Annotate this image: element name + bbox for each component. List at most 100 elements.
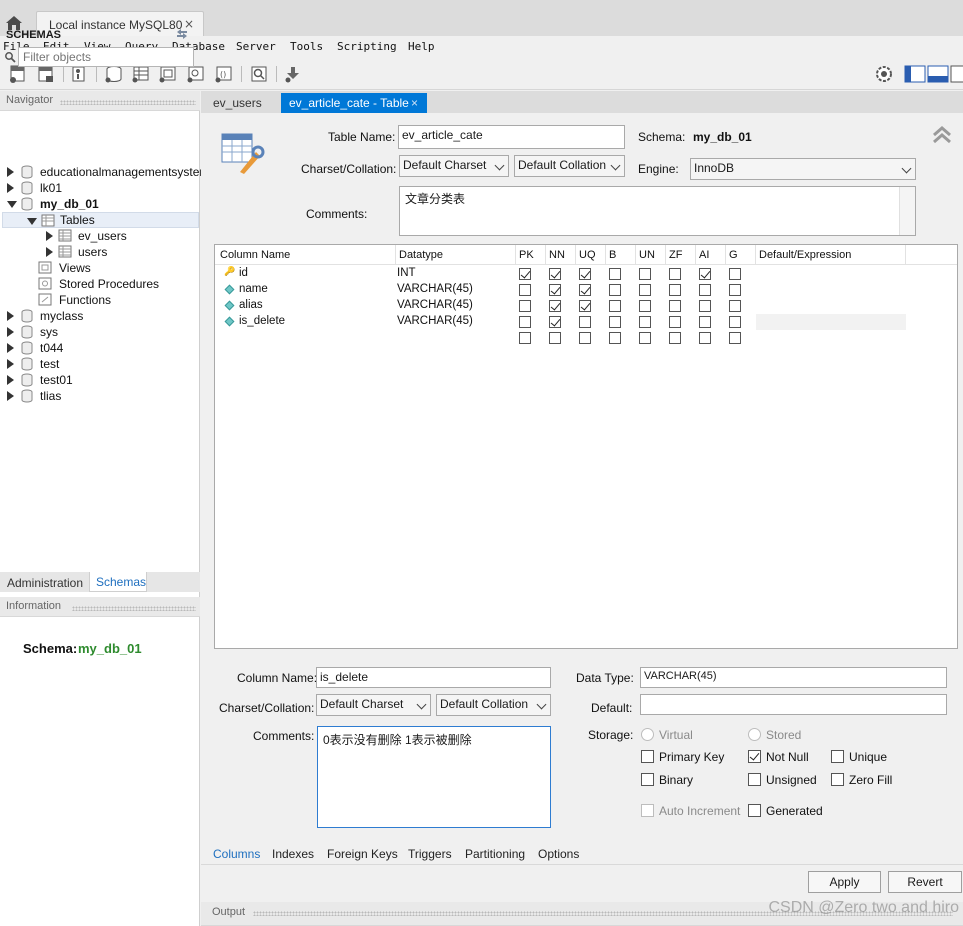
- create-function-icon[interactable]: (): [214, 64, 234, 84]
- collation-dropdown[interactable]: Default Collation: [514, 155, 625, 177]
- flag-checkbox[interactable]: [519, 332, 531, 344]
- generated-checkbox[interactable]: [748, 804, 761, 817]
- flag-checkbox[interactable]: [729, 316, 741, 328]
- header-default-expression[interactable]: Default/Expression: [759, 249, 851, 261]
- flag-checkbox[interactable]: [699, 332, 711, 344]
- collapse-header-icon[interactable]: [932, 125, 952, 145]
- open-sql-script-icon[interactable]: [36, 64, 56, 84]
- column-name-input[interactable]: is_delete: [316, 667, 551, 688]
- flag-checkbox[interactable]: [699, 316, 711, 328]
- header-pk[interactable]: PK: [519, 249, 534, 261]
- header-b[interactable]: B: [609, 249, 616, 261]
- header-un[interactable]: UN: [639, 249, 655, 261]
- flag-checkbox[interactable]: [519, 300, 531, 312]
- flag-checkbox[interactable]: [579, 300, 591, 312]
- expand-arrow-icon[interactable]: [46, 231, 53, 241]
- drag-handle[interactable]: [60, 100, 196, 105]
- tree-item-procedures[interactable]: Stored Procedures: [0, 276, 200, 292]
- flag-checkbox[interactable]: [549, 284, 561, 296]
- column-name-cell[interactable]: name: [239, 283, 268, 295]
- tree-item-schema[interactable]: myclass: [0, 308, 200, 324]
- flag-checkbox[interactable]: [669, 332, 681, 344]
- tab-ev-users[interactable]: ev_users: [205, 93, 270, 113]
- column-collation-dropdown[interactable]: Default Collation: [436, 694, 551, 716]
- header-uq[interactable]: UQ: [579, 249, 596, 261]
- header-datatype[interactable]: Datatype: [399, 249, 443, 261]
- flag-checkbox[interactable]: [609, 284, 621, 296]
- drag-handle[interactable]: [72, 606, 196, 611]
- tab-foreign-keys[interactable]: Foreign Keys: [327, 847, 398, 861]
- header-zf[interactable]: ZF: [669, 249, 682, 261]
- tree-item-tables[interactable]: Tables: [2, 212, 199, 228]
- menu-help[interactable]: Help: [408, 40, 435, 53]
- tab-triggers[interactable]: Triggers: [408, 847, 452, 861]
- flag-checkbox[interactable]: [519, 284, 531, 296]
- primary-key-checkbox[interactable]: [641, 750, 654, 763]
- collapse-arrow-icon[interactable]: [27, 218, 37, 225]
- table-row[interactable]: 🔑 id INT: [215, 266, 957, 282]
- flag-checkbox[interactable]: [729, 332, 741, 344]
- flag-checkbox[interactable]: [609, 332, 621, 344]
- default-expression-cell[interactable]: [756, 314, 906, 330]
- column-name-cell[interactable]: is_delete: [239, 315, 285, 327]
- flag-checkbox[interactable]: [729, 284, 741, 296]
- flag-checkbox[interactable]: [669, 300, 681, 312]
- table-row[interactable]: is_delete VARCHAR(45): [215, 314, 957, 330]
- flag-checkbox[interactable]: [609, 300, 621, 312]
- flag-checkbox[interactable]: [699, 284, 711, 296]
- new-sql-tab-icon[interactable]: [8, 64, 28, 84]
- flag-checkbox[interactable]: [699, 268, 711, 280]
- expand-arrow-icon[interactable]: [7, 375, 14, 385]
- table-comments-textarea[interactable]: 文章分类表: [399, 186, 916, 236]
- flag-checkbox[interactable]: [639, 300, 651, 312]
- datatype-cell[interactable]: VARCHAR(45): [397, 283, 473, 295]
- flag-checkbox[interactable]: [549, 268, 561, 280]
- revert-button[interactable]: Revert: [888, 871, 962, 893]
- tree-item-schema[interactable]: test01: [0, 372, 200, 388]
- default-input[interactable]: [640, 694, 947, 715]
- expand-arrow-icon[interactable]: [7, 359, 14, 369]
- create-schema-icon[interactable]: [104, 64, 124, 84]
- create-view-icon[interactable]: [158, 64, 178, 84]
- expand-arrow-icon[interactable]: [7, 327, 14, 337]
- datatype-cell[interactable]: VARCHAR(45): [397, 315, 473, 327]
- tab-administration[interactable]: Administration: [2, 574, 88, 592]
- stored-radio[interactable]: [748, 728, 761, 741]
- virtual-radio[interactable]: [641, 728, 654, 741]
- column-name-cell[interactable]: id: [239, 267, 248, 279]
- table-row[interactable]: name VARCHAR(45): [215, 282, 957, 298]
- flag-checkbox[interactable]: [669, 316, 681, 328]
- data-type-input[interactable]: VARCHAR(45): [640, 667, 947, 688]
- inspector-icon[interactable]: [69, 64, 89, 84]
- flag-checkbox[interactable]: [519, 268, 531, 280]
- tree-item-schema[interactable]: test: [0, 356, 200, 372]
- header-column-name[interactable]: Column Name: [220, 249, 290, 261]
- not-null-checkbox[interactable]: [748, 750, 761, 763]
- datatype-cell[interactable]: VARCHAR(45): [397, 299, 473, 311]
- auto-increment-checkbox[interactable]: [641, 804, 654, 817]
- create-procedure-icon[interactable]: [186, 64, 206, 84]
- flag-checkbox[interactable]: [639, 316, 651, 328]
- flag-checkbox[interactable]: [549, 316, 561, 328]
- tab-schemas[interactable]: Schemas: [89, 572, 147, 592]
- collapse-arrow-icon[interactable]: [7, 201, 17, 208]
- tree-item-schema[interactable]: tlias: [0, 388, 200, 404]
- reconnect-icon[interactable]: [283, 64, 303, 84]
- flag-checkbox[interactable]: [609, 268, 621, 280]
- flag-checkbox[interactable]: [609, 316, 621, 328]
- expand-arrow-icon[interactable]: [46, 247, 53, 257]
- create-table-icon[interactable]: [131, 64, 151, 84]
- toggle-secondary-sidebar-icon[interactable]: [950, 64, 963, 84]
- datatype-cell[interactable]: INT: [397, 267, 416, 279]
- flag-checkbox[interactable]: [729, 268, 741, 280]
- tab-partitioning[interactable]: Partitioning: [465, 847, 525, 861]
- unsigned-checkbox[interactable]: [748, 773, 761, 786]
- close-icon[interactable]: ×: [411, 93, 418, 113]
- tree-item-schema[interactable]: sys: [0, 324, 200, 340]
- header-nn[interactable]: NN: [549, 249, 565, 261]
- toggle-output-panel-icon[interactable]: [927, 64, 949, 84]
- refresh-icon[interactable]: [175, 28, 189, 40]
- filter-objects-input[interactable]: [19, 48, 193, 66]
- tree-item-schema-selected[interactable]: my_db_01: [0, 196, 200, 212]
- tab-ev-article-cate[interactable]: ev_article_cate - Table ×: [281, 93, 427, 113]
